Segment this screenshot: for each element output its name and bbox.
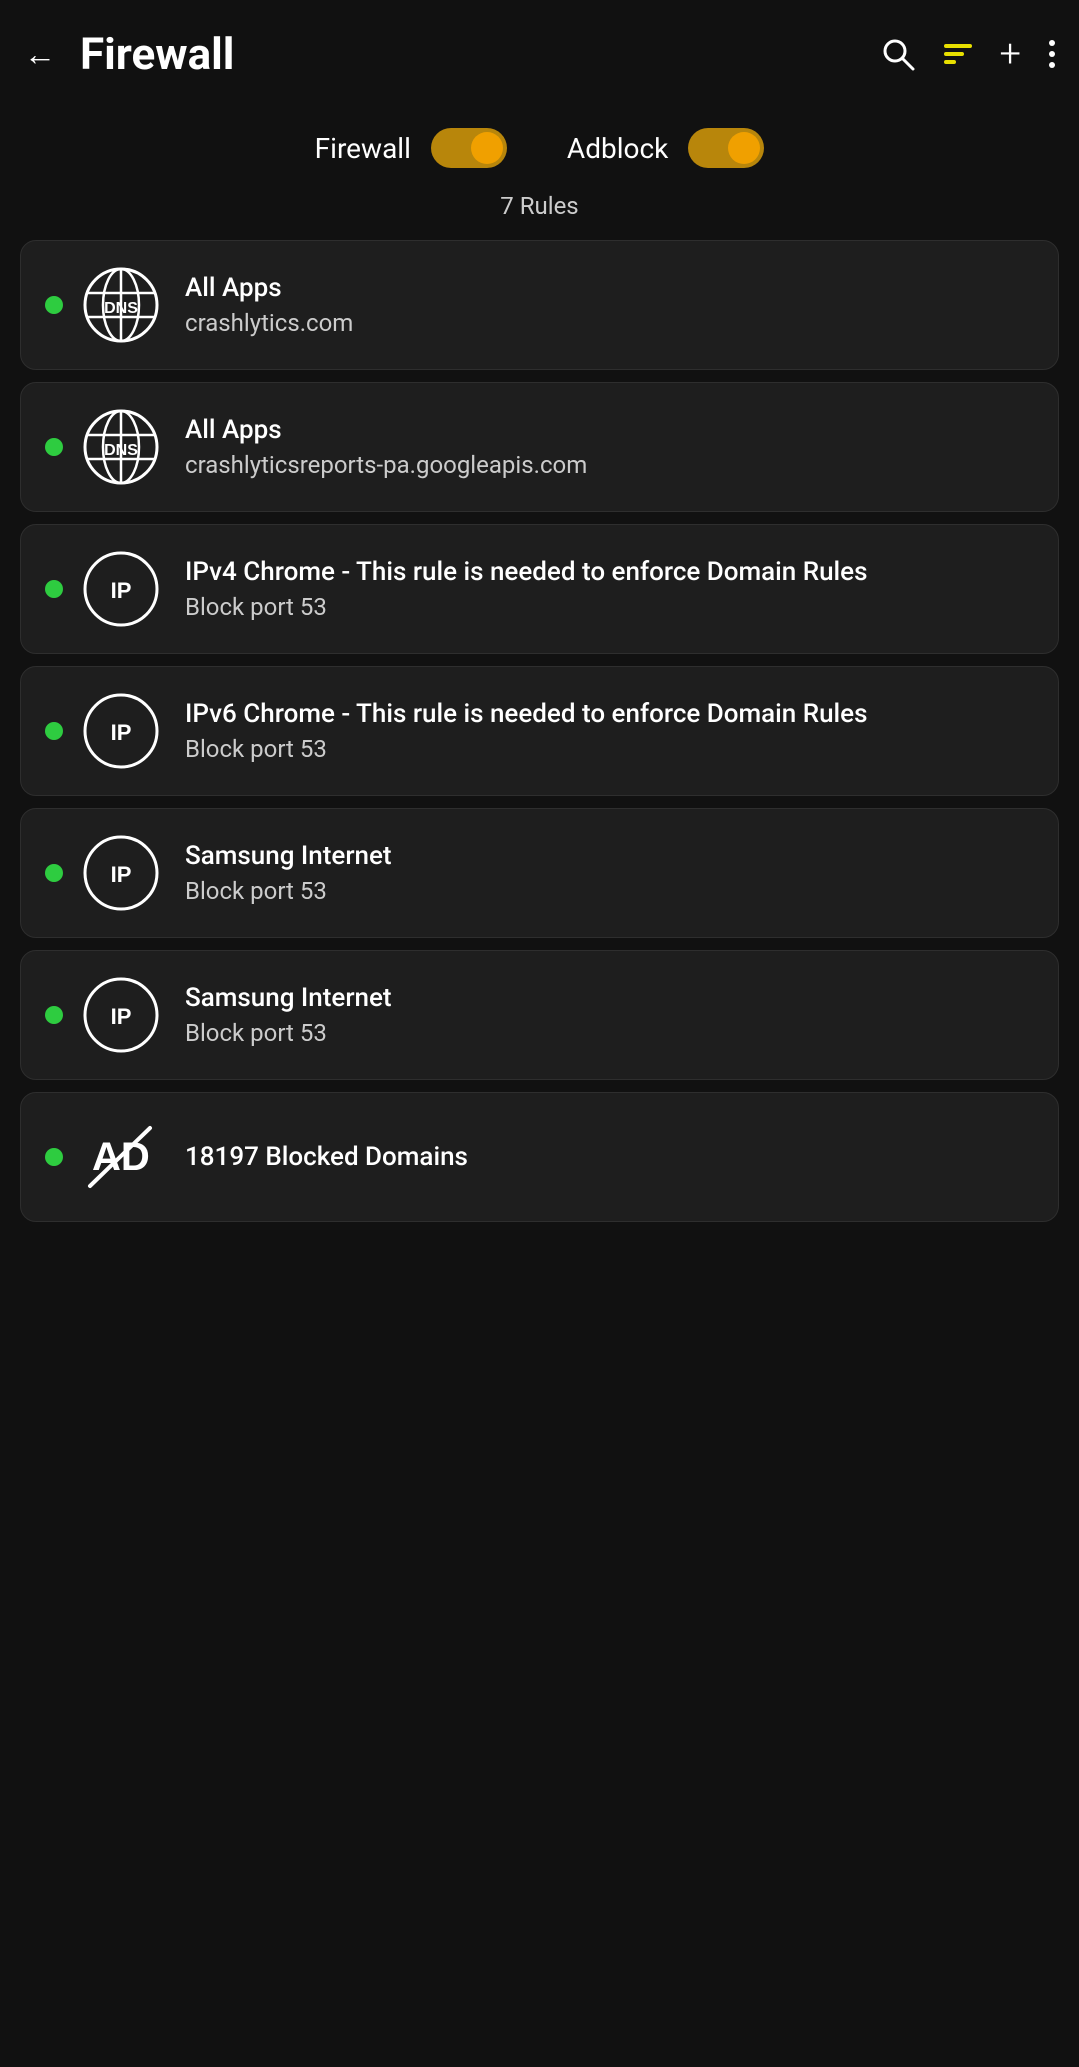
list-item[interactable]: DNS All Apps crashlyticsreports-pa.googl… (20, 382, 1059, 512)
list-item[interactable]: IP IPv6 Chrome - This rule is needed to … (20, 666, 1059, 796)
list-item[interactable]: IP IPv4 Chrome - This rule is needed to … (20, 524, 1059, 654)
rule-text: Samsung Internet Block port 53 (185, 983, 392, 1047)
rule-icon: IP (81, 549, 161, 629)
firewall-toggle[interactable] (431, 128, 507, 168)
status-dot (45, 1006, 63, 1024)
adblock-toggle[interactable] (688, 128, 764, 168)
dot-1 (1049, 40, 1055, 46)
svg-text:IP: IP (111, 720, 132, 745)
toggles-section: Firewall Adblock (0, 100, 1079, 184)
status-dot (45, 1148, 63, 1166)
svg-text:IP: IP (111, 1004, 132, 1029)
rule-icon: DNS (81, 407, 161, 487)
svg-text:DNS: DNS (104, 300, 138, 317)
back-button[interactable]: ← (24, 35, 56, 73)
status-dot (45, 864, 63, 882)
adblock-label: Adblock (567, 132, 668, 165)
svg-text:IP: IP (111, 578, 132, 603)
rule-title: IPv6 Chrome - This rule is needed to enf… (185, 699, 868, 729)
header-actions: + (880, 35, 1055, 73)
more-options-button[interactable] (1049, 40, 1055, 68)
header: ← Firewall + (0, 0, 1079, 100)
rule-title: All Apps (185, 415, 587, 445)
rules-count: 7 Rules (0, 184, 1079, 240)
rule-text: IPv4 Chrome - This rule is needed to enf… (185, 557, 868, 621)
status-dot (45, 438, 63, 456)
rule-subtitle: crashlytics.com (185, 309, 353, 337)
list-item[interactable]: IP Samsung Internet Block port 53 (20, 808, 1059, 938)
svg-text:DNS: DNS (104, 442, 138, 459)
filter-line-1 (944, 44, 972, 48)
rule-text: All Apps crashlyticsreports-pa.googleapi… (185, 415, 587, 479)
rule-icon: AD (81, 1117, 161, 1197)
status-dot (45, 580, 63, 598)
rule-icon: IP (81, 833, 161, 913)
filter-line-2 (944, 52, 964, 56)
status-dot (45, 722, 63, 740)
firewall-toggle-thumb (471, 132, 503, 164)
rule-subtitle: Block port 53 (185, 1019, 392, 1047)
rule-text: 18197 Blocked Domains (185, 1142, 468, 1172)
rule-icon: IP (81, 975, 161, 1055)
rule-title: IPv4 Chrome - This rule is needed to enf… (185, 557, 868, 587)
rule-text: All Apps crashlytics.com (185, 273, 353, 337)
rule-title: 18197 Blocked Domains (185, 1142, 468, 1172)
search-icon[interactable] (880, 36, 916, 72)
list-item[interactable]: DNS All Apps crashlytics.com (20, 240, 1059, 370)
page-title: Firewall (80, 28, 880, 80)
dot-2 (1049, 51, 1055, 57)
rule-text: Samsung Internet Block port 53 (185, 841, 392, 905)
rule-subtitle: Block port 53 (185, 735, 868, 763)
list-item[interactable]: IP Samsung Internet Block port 53 (20, 950, 1059, 1080)
filter-line-3 (944, 60, 956, 64)
filter-icon[interactable] (944, 44, 972, 64)
rule-icon: DNS (81, 265, 161, 345)
rule-subtitle: Block port 53 (185, 593, 868, 621)
svg-text:IP: IP (111, 862, 132, 887)
dot-3 (1049, 62, 1055, 68)
rules-list: DNS All Apps crashlytics.com DNS All App… (0, 240, 1079, 1234)
rule-icon: IP (81, 691, 161, 771)
rule-title: All Apps (185, 273, 353, 303)
firewall-toggle-item: Firewall (315, 128, 507, 168)
rule-text: IPv6 Chrome - This rule is needed to enf… (185, 699, 868, 763)
firewall-label: Firewall (315, 132, 411, 165)
rule-title: Samsung Internet (185, 983, 392, 1013)
list-item[interactable]: AD 18197 Blocked Domains (20, 1092, 1059, 1222)
rule-subtitle: crashlyticsreports-pa.googleapis.com (185, 451, 587, 479)
status-dot (45, 296, 63, 314)
rule-title: Samsung Internet (185, 841, 392, 871)
adblock-toggle-item: Adblock (567, 128, 764, 168)
rule-subtitle: Block port 53 (185, 877, 392, 905)
add-button[interactable]: + (1000, 35, 1021, 73)
